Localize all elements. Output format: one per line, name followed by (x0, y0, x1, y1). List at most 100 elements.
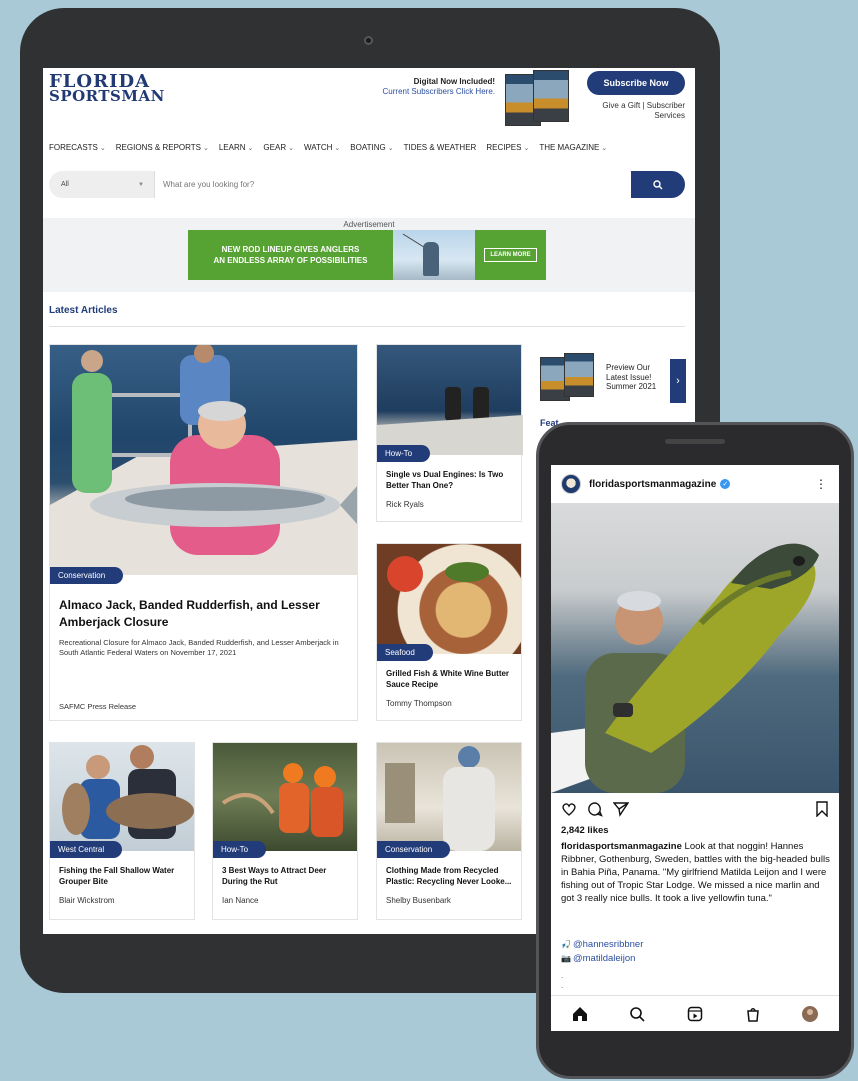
profile-avatar-icon[interactable] (801, 1005, 819, 1023)
comment-icon[interactable] (587, 801, 603, 817)
article-image (213, 743, 357, 851)
caret-down-icon: ▼ (138, 181, 144, 188)
nav-item-the-magazine[interactable]: THE MAGAZINE ⌄ (539, 143, 607, 152)
search-button[interactable] (631, 171, 685, 198)
latest-issue-promo[interactable]: Preview Our Latest Issue! Summer 2021 › (540, 347, 686, 407)
nav-item-tides-weather[interactable]: TIDES & WEATHER (404, 143, 477, 152)
category-tag[interactable]: Conservation (50, 567, 124, 584)
article-author: Tommy Thompson (386, 699, 452, 708)
deer-hunters-illustration (221, 763, 343, 837)
phone-screen: floridasportsmanmagazine ✓ ⋮ 2,842 likes… (551, 465, 839, 1031)
article-author: Rick Ryals (386, 500, 424, 509)
share-icon[interactable] (613, 801, 629, 817)
more-options-icon[interactable]: ⋮ (815, 477, 827, 491)
instagram-post-header: floridasportsmanmagazine ✓ ⋮ (551, 465, 839, 503)
instagram-post-image[interactable] (551, 503, 839, 793)
grilled-fish-illustration (387, 556, 489, 592)
article-title[interactable]: Fishing the Fall Shallow Water Grouper B… (59, 865, 185, 887)
nav-item-recipes[interactable]: RECIPES ⌄ (486, 143, 529, 152)
nav-item-learn[interactable]: LEARN ⌄ (219, 143, 254, 152)
hero-article-image (50, 345, 357, 575)
search-input[interactable] (155, 171, 631, 198)
tagged-account-link[interactable]: @hannesribbner (573, 938, 643, 952)
like-count[interactable]: 2,842 likes (561, 825, 609, 836)
subscriber-links: Give a Gift | Subscriber Services (602, 101, 685, 120)
advertisement-area: Advertisement NEW ROD LINEUP GIVES ANGLE… (43, 218, 695, 292)
latest-articles-heading: Latest Articles (49, 305, 118, 316)
article-card[interactable]: Seafood Grilled Fish & White Wine Butter… (376, 543, 522, 721)
chevron-right-icon[interactable]: › (670, 359, 686, 403)
article-title[interactable]: Clothing Made from Recycled Plastic: Rec… (386, 865, 512, 887)
search-icon[interactable] (628, 1005, 646, 1023)
camera-icon: 📷 (561, 954, 571, 963)
article-title[interactable]: Single vs Dual Engines: Is Two Better Th… (386, 469, 512, 491)
post-username[interactable]: floridasportsmanmagazine (589, 479, 716, 490)
article-title[interactable]: Grilled Fish & White Wine Butter Sauce R… (386, 668, 512, 690)
reels-icon[interactable] (686, 1005, 704, 1023)
category-tag[interactable]: How-To (213, 841, 267, 858)
boat-engines-illustration (377, 387, 523, 455)
current-subscribers-link[interactable]: Current Subscribers Click Here. (383, 87, 495, 97)
article-title[interactable]: 3 Best Ways to Attract Deer During the R… (222, 865, 348, 887)
article-author: SAFMC Press Release (59, 702, 137, 711)
article-card[interactable]: West Central Fishing the Fall Shallow Wa… (49, 742, 195, 920)
article-title[interactable]: Almaco Jack, Banded Rudderfish, and Less… (59, 597, 348, 631)
tagged-accounts: 🎣 @hannesribbner 📷 @matildaleijon (561, 938, 643, 966)
search-category-select[interactable]: All ▼ (49, 171, 155, 198)
nav-item-watch[interactable]: WATCH ⌄ (304, 143, 340, 152)
ad-photo (393, 230, 475, 280)
nav-item-boating[interactable]: BOATING ⌄ (350, 143, 393, 152)
chevron-down-icon: ⌄ (601, 144, 608, 152)
tagged-account-link[interactable]: @matildaleijon (573, 952, 635, 966)
article-author: Shelby Busenbark (386, 896, 451, 905)
site-logo[interactable]: FLORIDA SPORTSMAN (49, 73, 165, 104)
category-tag[interactable]: Conservation (377, 841, 451, 858)
subscribe-now-button[interactable]: Subscribe Now (587, 71, 685, 95)
learn-more-button[interactable]: LEARN MORE (484, 248, 537, 262)
chevron-down-icon: ⌄ (523, 144, 530, 152)
post-caption: floridasportsmanmagazine Look at that no… (561, 841, 830, 904)
search-icon (653, 179, 663, 189)
main-nav: FORECASTS ⌄ REGIONS & REPORTS ⌄ LEARN ⌄ GEA… (49, 143, 617, 152)
ad-banner[interactable]: NEW ROD LINEUP GIVES ANGLERS AN ENDLESS A… (188, 230, 546, 280)
hero-article-card[interactable]: Conservation Almaco Jack, Banded Rudderf… (49, 344, 358, 721)
article-image (377, 743, 521, 851)
nav-item-forecasts[interactable]: FORECASTS ⌄ (49, 143, 106, 152)
article-card[interactable]: Conservation Clothing Made from Recycled… (376, 742, 522, 920)
instagram-bottom-nav (551, 995, 839, 1031)
nav-item-gear[interactable]: GEAR ⌄ (263, 143, 294, 152)
ad-cta-area: LEARN MORE (475, 230, 546, 280)
give-gift-link[interactable]: Give a Gift | (602, 101, 644, 110)
magazine-cover (564, 353, 594, 397)
heart-icon[interactable] (561, 801, 577, 817)
home-icon[interactable] (571, 1005, 589, 1023)
chevron-down-icon: ⌄ (387, 144, 394, 152)
post-actions (561, 801, 829, 819)
site-header: FLORIDA SPORTSMAN Digital Now Included! … (43, 68, 695, 134)
grouper-catch-illustration (62, 745, 194, 839)
shop-icon[interactable] (744, 1005, 762, 1023)
chevron-down-icon: ⌄ (247, 144, 254, 152)
phone-speaker (665, 439, 725, 444)
boat-fishing-illustration (50, 345, 357, 575)
caption-username[interactable]: floridasportsmanmagazine (561, 841, 682, 852)
chevron-down-icon: ⌄ (288, 144, 294, 152)
nav-item-regions-reports[interactable]: REGIONS & REPORTS ⌄ (116, 143, 209, 152)
chevron-down-icon: ⌄ (334, 144, 341, 152)
subscriber-services-link[interactable]: Subscriber (647, 101, 685, 110)
ad-headline: NEW ROD LINEUP GIVES ANGLERS AN ENDLESS A… (188, 230, 393, 280)
category-tag[interactable]: Seafood (377, 644, 433, 661)
category-tag[interactable]: How-To (377, 445, 431, 462)
search-bar: All ▼ (49, 171, 685, 198)
bookmark-icon[interactable] (815, 801, 829, 817)
avatar[interactable] (561, 474, 581, 494)
caption-spacer: . . (561, 971, 564, 990)
digital-promo[interactable]: Digital Now Included! Current Subscriber… (383, 77, 495, 97)
magazine-cover (533, 70, 569, 122)
tablet-camera (364, 36, 373, 45)
verified-badge-icon: ✓ (720, 479, 731, 489)
article-author: Blair Wickstrom (59, 896, 115, 905)
category-tag[interactable]: West Central (50, 841, 123, 858)
article-card[interactable]: How-To 3 Best Ways to Attract Deer Durin… (212, 742, 358, 920)
article-card[interactable]: How-To Single vs Dual Engines: Is Two Be… (376, 344, 523, 522)
